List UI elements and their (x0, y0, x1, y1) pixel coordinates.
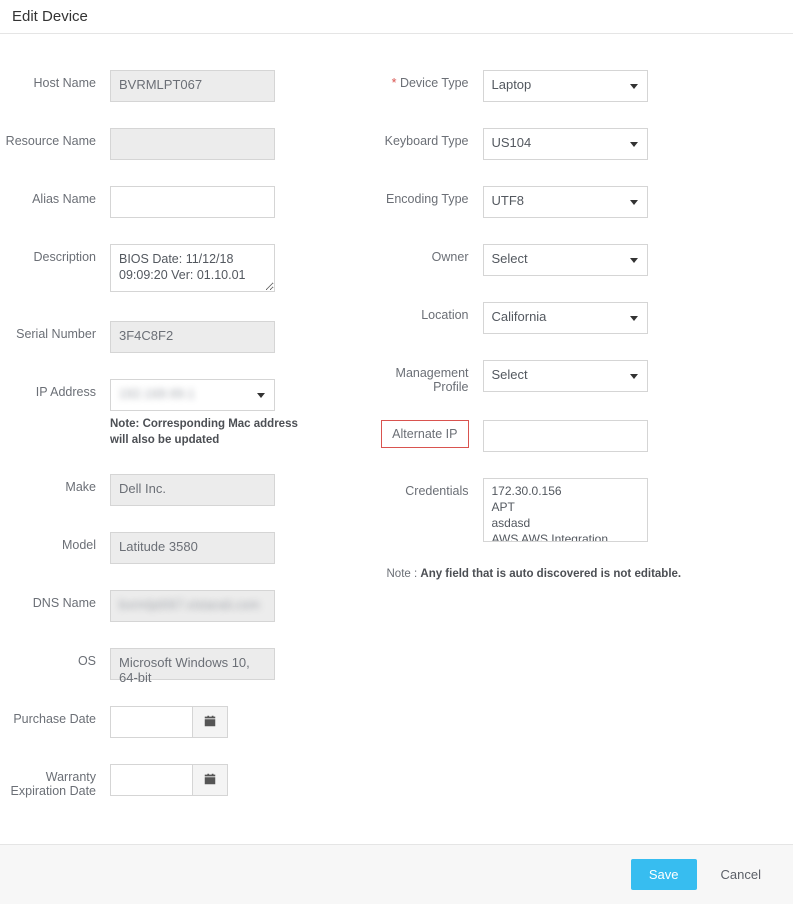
alternate-ip-label: Alternate IP (381, 420, 468, 448)
location-select[interactable]: California (483, 302, 648, 334)
encoding-type-label: Encoding Type (373, 186, 483, 206)
resource-name-label: Resource Name (0, 128, 110, 148)
host-name-field: BVRMLPT067 (110, 70, 275, 102)
keyboard-type-select[interactable]: US104 (483, 128, 648, 160)
mgmt-profile-select[interactable]: Select (483, 360, 648, 392)
owner-select[interactable]: Select (483, 244, 648, 276)
alias-name-input[interactable] (110, 186, 275, 218)
model-field: Latitude 3580 (110, 532, 275, 564)
serial-number-label: Serial Number (0, 321, 110, 341)
keyboard-type-label: Keyboard Type (373, 128, 483, 148)
make-label: Make (0, 474, 110, 494)
save-button[interactable]: Save (631, 859, 697, 890)
owner-label: Owner (373, 244, 483, 264)
dialog-footer: Save Cancel (0, 845, 793, 904)
os-label: OS (0, 648, 110, 668)
ip-address-label: IP Address (0, 379, 110, 399)
left-column: Host Name BVRMLPT067 Resource Name Alias… (0, 44, 343, 824)
description-textarea[interactable]: BIOS Date: 11/12/18 09:09:20 Ver: 01.10.… (110, 244, 275, 292)
ip-address-note: Note: Corresponding Mac address will als… (110, 417, 313, 448)
serial-number-field: 3F4C8F2 (110, 321, 275, 353)
credentials-listbox[interactable]: 172.30.0.156 APT asdasd AWS AWS Integrat… (483, 478, 648, 542)
alias-name-label: Alias Name (0, 186, 110, 206)
warranty-date-input[interactable] (110, 764, 192, 796)
location-label: Location (373, 302, 483, 322)
os-field: Microsoft Windows 10, 64-bit (110, 648, 275, 680)
make-field: Dell Inc. (110, 474, 275, 506)
list-item[interactable]: 172.30.0.156 (490, 483, 641, 499)
warranty-date-label: Warranty Expiration Date (0, 764, 110, 798)
credentials-label: Credentials (373, 478, 483, 498)
dns-name-field: bvrmlpt067.vistarait.com (110, 590, 275, 622)
encoding-type-select[interactable]: UTF8 (483, 186, 648, 218)
form-body: Host Name BVRMLPT067 Resource Name Alias… (0, 34, 793, 845)
purchase-date-input[interactable] (110, 706, 192, 738)
purchase-date-label: Purchase Date (0, 706, 110, 726)
list-item[interactable]: AWS AWS Integration (490, 531, 641, 542)
dialog-title: Edit Device (0, 0, 793, 34)
purchase-date-picker-button[interactable] (192, 706, 228, 738)
host-name-label: Host Name (0, 70, 110, 90)
calendar-icon (203, 714, 217, 731)
calendar-icon (203, 772, 217, 789)
device-type-select[interactable]: Laptop (483, 70, 648, 102)
resource-name-field (110, 128, 275, 160)
list-item[interactable]: APT (490, 499, 641, 515)
dns-name-label: DNS Name (0, 590, 110, 610)
alternate-ip-input[interactable] (483, 420, 648, 452)
model-label: Model (0, 532, 110, 552)
device-type-label: Device Type (373, 70, 483, 90)
ip-address-select[interactable]: 192.168.99.1 (110, 379, 275, 411)
description-label: Description (0, 244, 110, 264)
warranty-date-picker-button[interactable] (192, 764, 228, 796)
footnote: Note : Any field that is auto discovered… (387, 568, 686, 580)
list-item[interactable]: asdasd (490, 515, 641, 531)
cancel-button[interactable]: Cancel (715, 866, 767, 883)
right-column: Device Type Laptop Keyboard Type US104 E… (343, 44, 786, 824)
mgmt-profile-label: Management Profile (373, 360, 483, 394)
